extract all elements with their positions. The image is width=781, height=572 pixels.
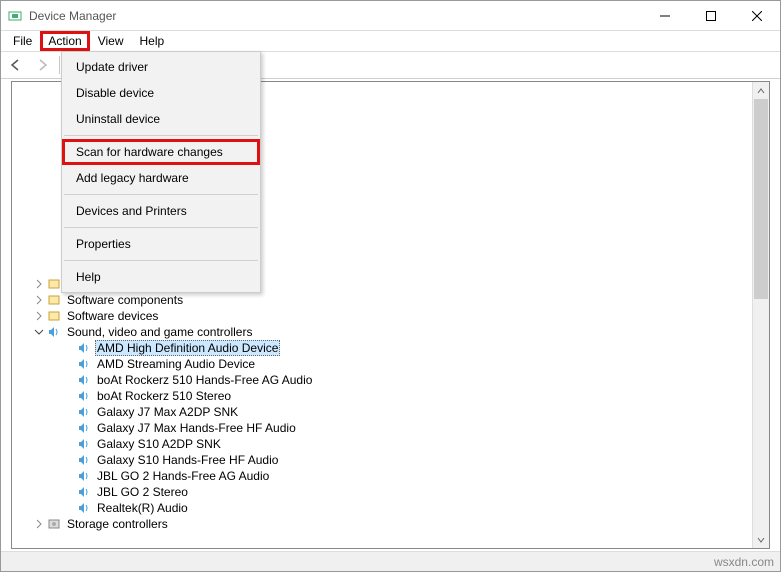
tree-device[interactable]: boAt Rockerz 510 Hands-Free AG Audio — [12, 372, 769, 388]
scroll-up-button[interactable] — [753, 82, 769, 99]
device-label: Galaxy J7 Max A2DP SNK — [95, 405, 240, 419]
menu-view[interactable]: View — [90, 32, 132, 50]
action-dropdown: Update driver Disable device Uninstall d… — [61, 51, 261, 293]
speaker-icon — [76, 436, 92, 452]
device-label: Galaxy S10 A2DP SNK — [95, 437, 223, 451]
menu-action[interactable]: Action — [40, 31, 89, 51]
sound-category-icon — [46, 324, 62, 340]
device-label: boAt Rockerz 510 Hands-Free AG Audio — [95, 373, 314, 387]
tree-device[interactable]: Galaxy J7 Max A2DP SNK — [12, 404, 769, 420]
menu-separator — [64, 227, 258, 228]
device-label: Realtek(R) Audio — [95, 501, 190, 515]
forward-button[interactable] — [31, 54, 53, 76]
status-text: wsxdn.com — [714, 555, 774, 569]
tree-device[interactable]: Galaxy S10 Hands-Free HF Audio — [12, 452, 769, 468]
device-label: AMD High Definition Audio Device — [95, 340, 280, 356]
menu-file[interactable]: File — [5, 32, 40, 50]
tree-category[interactable]: Storage controllers — [12, 516, 769, 532]
menubar: File Action View Help — [1, 31, 780, 51]
tree-category[interactable]: Software components — [12, 292, 769, 308]
speaker-icon — [76, 484, 92, 500]
category-label: Software devices — [65, 309, 160, 323]
minimize-button[interactable] — [642, 1, 688, 31]
tree-device[interactable]: Galaxy S10 A2DP SNK — [12, 436, 769, 452]
back-button[interactable] — [5, 54, 27, 76]
scroll-down-button[interactable] — [753, 531, 769, 548]
speaker-icon — [76, 372, 92, 388]
device-label: boAt Rockerz 510 Stereo — [95, 389, 233, 403]
device-label: AMD Streaming Audio Device — [95, 357, 257, 371]
menu-separator — [64, 135, 258, 136]
menu-add-legacy[interactable]: Add legacy hardware — [62, 165, 260, 191]
window-title: Device Manager — [29, 9, 642, 23]
category-label: Storage controllers — [65, 517, 170, 531]
speaker-icon — [76, 356, 92, 372]
vertical-scrollbar[interactable] — [752, 82, 769, 548]
chevron-right-icon[interactable] — [32, 279, 46, 289]
speaker-icon — [76, 452, 92, 468]
chevron-right-icon[interactable] — [32, 519, 46, 529]
speaker-icon — [76, 500, 92, 516]
menu-separator — [64, 194, 258, 195]
toolbar-separator — [59, 56, 60, 74]
menu-help-item[interactable]: Help — [62, 264, 260, 290]
chevron-right-icon[interactable] — [32, 295, 46, 305]
device-label: Galaxy J7 Max Hands-Free HF Audio — [95, 421, 298, 435]
tree-category[interactable]: Software devices — [12, 308, 769, 324]
device-label: JBL GO 2 Stereo — [95, 485, 190, 499]
tree-device[interactable]: Galaxy J7 Max Hands-Free HF Audio — [12, 420, 769, 436]
speaker-icon — [76, 420, 92, 436]
speaker-icon — [76, 340, 92, 356]
chevron-down-icon[interactable] — [32, 327, 46, 337]
menu-properties[interactable]: Properties — [62, 231, 260, 257]
category-label: Sound, video and game controllers — [65, 325, 254, 339]
menu-separator — [64, 260, 258, 261]
tree-device[interactable]: Realtek(R) Audio — [12, 500, 769, 516]
category-label: Software components — [65, 293, 185, 307]
menu-disable-device[interactable]: Disable device — [62, 80, 260, 106]
device-category-icon — [46, 308, 62, 324]
chevron-right-icon[interactable] — [32, 311, 46, 321]
menu-devices-printers[interactable]: Devices and Printers — [62, 198, 260, 224]
tree-device[interactable]: AMD High Definition Audio Device — [12, 340, 769, 356]
speaker-icon — [76, 468, 92, 484]
tree-device[interactable]: JBL GO 2 Hands-Free AG Audio — [12, 468, 769, 484]
menu-update-driver[interactable]: Update driver — [62, 54, 260, 80]
device-label: Galaxy S10 Hands-Free HF Audio — [95, 453, 280, 467]
scroll-thumb[interactable] — [754, 99, 768, 299]
tree-device[interactable]: boAt Rockerz 510 Stereo — [12, 388, 769, 404]
speaker-icon — [76, 404, 92, 420]
maximize-button[interactable] — [688, 1, 734, 31]
window-controls — [642, 1, 780, 31]
menu-scan-hardware[interactable]: Scan for hardware changes — [62, 139, 260, 165]
tree-category-expanded[interactable]: Sound, video and game controllers — [12, 324, 769, 340]
statusbar: wsxdn.com — [1, 551, 780, 571]
titlebar: Device Manager — [1, 1, 780, 31]
app-icon — [7, 8, 23, 24]
device-category-icon — [46, 292, 62, 308]
speaker-icon — [76, 388, 92, 404]
device-label: JBL GO 2 Hands-Free AG Audio — [95, 469, 271, 483]
storage-category-icon — [46, 516, 62, 532]
device-category-icon — [46, 276, 62, 292]
close-button[interactable] — [734, 1, 780, 31]
tree-device[interactable]: AMD Streaming Audio Device — [12, 356, 769, 372]
menu-uninstall-device[interactable]: Uninstall device — [62, 106, 260, 132]
tree-device[interactable]: JBL GO 2 Stereo — [12, 484, 769, 500]
menu-help[interactable]: Help — [132, 32, 173, 50]
